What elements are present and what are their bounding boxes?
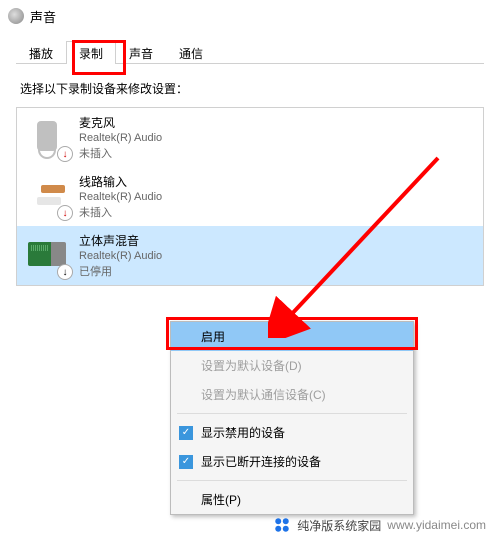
menu-separator (177, 413, 407, 414)
tab-playback[interactable]: 播放 (16, 41, 66, 64)
stereomix-icon: ↓ (25, 232, 69, 276)
device-status: 未插入 (79, 145, 162, 161)
unplugged-badge-icon: ↓ (57, 146, 73, 162)
device-stereomix[interactable]: ↓ 立体声混音 Realtek(R) Audio 已停用 (17, 226, 483, 285)
menu-separator (177, 480, 407, 481)
device-driver: Realtek(R) Audio (79, 191, 162, 203)
device-status: 未插入 (79, 204, 162, 220)
menu-properties[interactable]: 属性(P) (171, 485, 413, 514)
linein-icon: ↓ (25, 173, 69, 217)
menu-set-default-comm: 设置为默认通信设备(C) (171, 380, 413, 409)
device-driver: Realtek(R) Audio (79, 132, 162, 144)
device-status: 已停用 (79, 263, 162, 279)
tab-sounds[interactable]: 声音 (116, 41, 166, 64)
device-name: 麦克风 (79, 114, 162, 131)
menu-set-default: 设置为默认设备(D) (171, 351, 413, 380)
device-microphone[interactable]: ↓ 麦克风 Realtek(R) Audio 未插入 (17, 108, 483, 167)
device-linein[interactable]: ↓ 线路输入 Realtek(R) Audio 未插入 (17, 167, 483, 226)
tab-strip: 播放 录制 声音 通信 (16, 40, 484, 64)
brand-text: 纯净版系统家园 (297, 517, 381, 534)
brand-logo-icon (273, 516, 291, 534)
dialog-body: 播放 录制 声音 通信 选择以下录制设备来修改设置： ↓ 麦克风 Realtek… (0, 32, 500, 286)
check-icon: ✓ (179, 455, 193, 469)
brand-url: www.yidaimei.com (387, 518, 486, 532)
unplugged-badge-icon: ↓ (57, 205, 73, 221)
titlebar: 声音 (0, 0, 500, 32)
device-context-menu: 启用 设置为默认设备(D) 设置为默认通信设备(C) ✓ 显示禁用的设备 ✓ 显… (170, 321, 414, 515)
menu-show-disabled[interactable]: ✓ 显示禁用的设备 (171, 418, 413, 447)
menu-label: 显示禁用的设备 (201, 426, 285, 440)
menu-label: 显示已断开连接的设备 (201, 455, 321, 469)
device-name: 线路输入 (79, 173, 162, 190)
instruction-text: 选择以下录制设备来修改设置： (20, 80, 484, 97)
menu-show-disconnected[interactable]: ✓ 显示已断开连接的设备 (171, 447, 413, 476)
tab-communications[interactable]: 通信 (166, 41, 216, 64)
check-icon: ✓ (179, 426, 193, 440)
disabled-badge-icon: ↓ (57, 264, 73, 280)
device-list: ↓ 麦克风 Realtek(R) Audio 未插入 ↓ 线路输入 Realte… (16, 107, 484, 286)
device-driver: Realtek(R) Audio (79, 250, 162, 262)
menu-enable[interactable]: 启用 (171, 322, 413, 351)
sound-window-icon (8, 8, 24, 24)
device-name: 立体声混音 (79, 232, 162, 249)
tab-recording[interactable]: 录制 (66, 41, 116, 64)
watermark: 纯净版系统家园 www.yidaimei.com (273, 516, 486, 534)
window-title: 声音 (30, 7, 56, 26)
microphone-icon: ↓ (25, 114, 69, 158)
